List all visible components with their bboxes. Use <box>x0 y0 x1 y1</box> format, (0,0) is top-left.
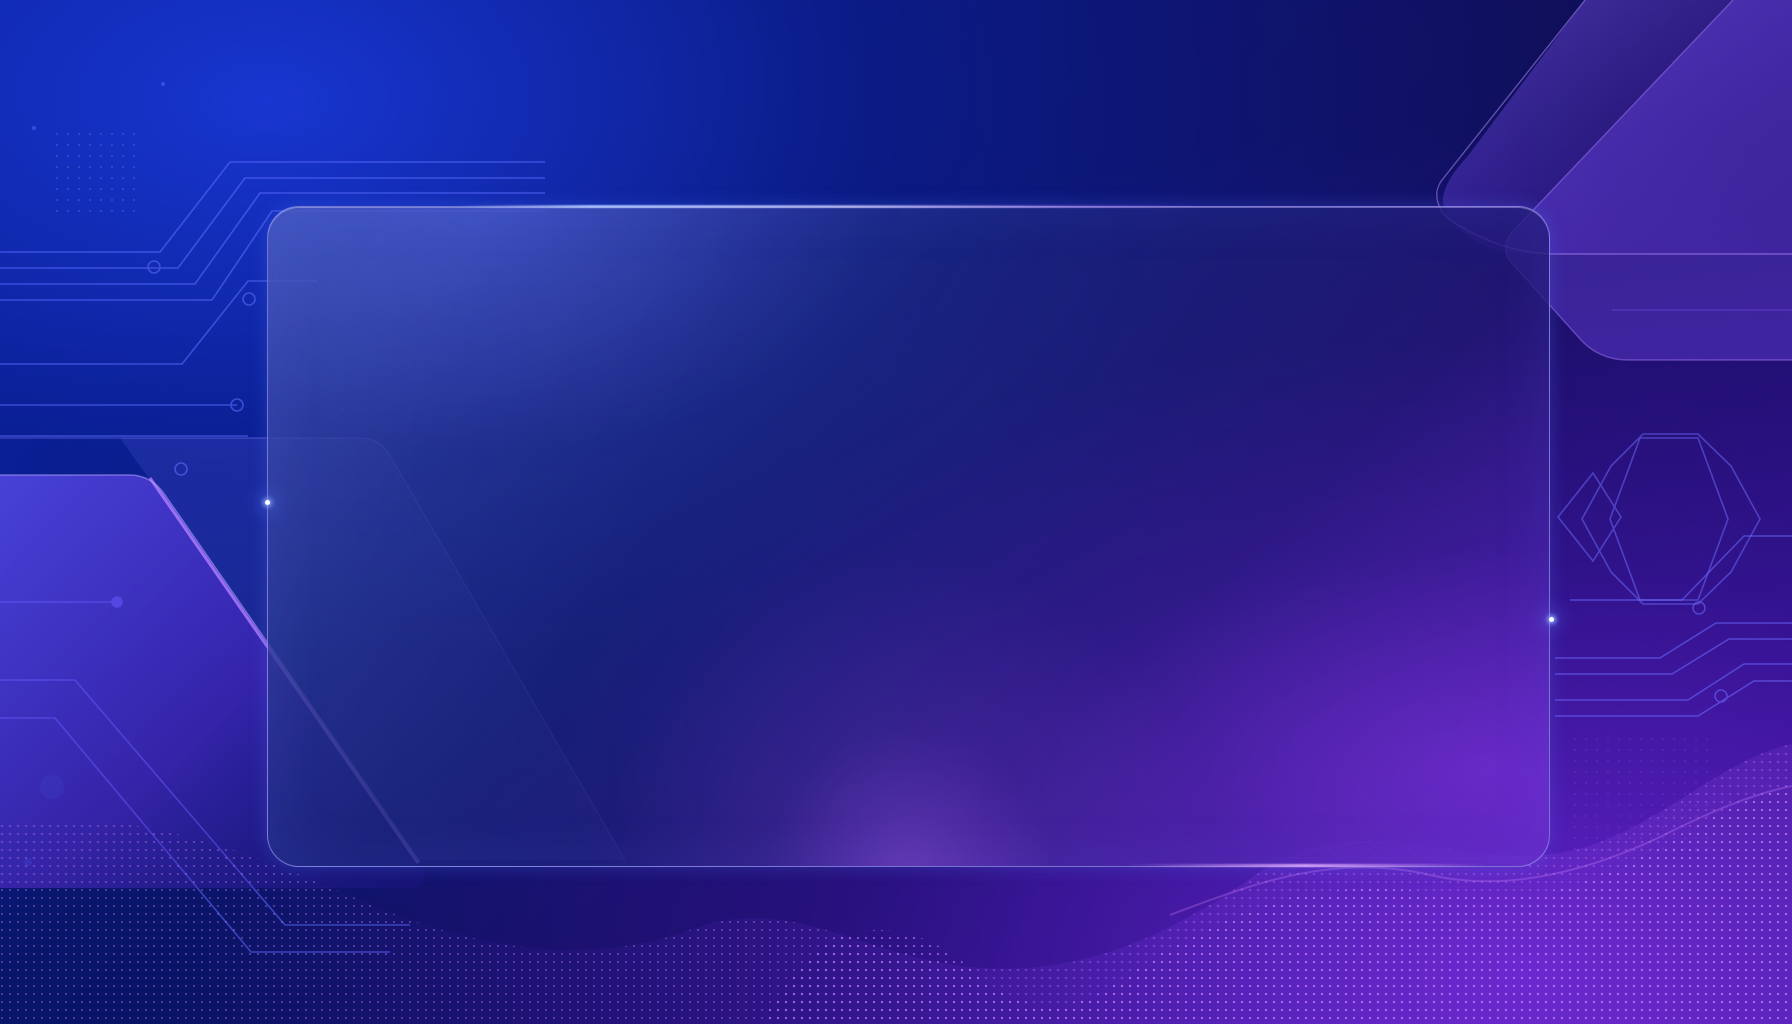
right-circuit-lines <box>1555 535 1792 717</box>
panel-top-glow <box>455 205 1215 208</box>
hexagon-outline-decorations <box>1556 433 1761 605</box>
right-star-sparkle <box>1549 617 1554 622</box>
empty-glass-panel <box>267 206 1550 867</box>
panel-bottom-glow <box>1125 864 1485 867</box>
left-star-sparkle <box>265 500 270 505</box>
abstract-tech-background <box>0 0 1792 1024</box>
